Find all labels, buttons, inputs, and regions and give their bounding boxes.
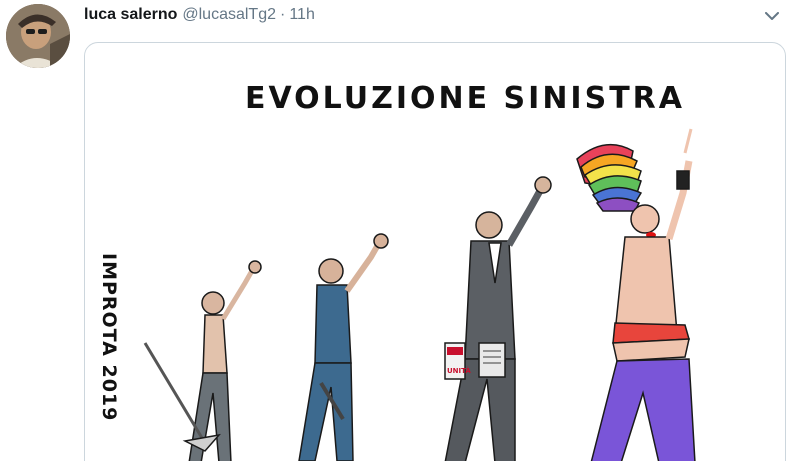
author-name[interactable]: luca salerno [84,6,177,24]
chevron-down-icon [765,11,779,20]
newspaper-label: UNITÀ [447,366,471,375]
tweet-media-image[interactable]: EVOLUZIONE SINISTRA IMPROTA 2019 UNITÀ [84,42,786,461]
figure-rainbow-hair [576,128,696,461]
tweet-menu-button[interactable] [762,8,782,24]
avatar-photo-icon [6,4,70,68]
author-avatar[interactable] [6,4,70,68]
figure-man-suit [444,176,552,461]
cartoon-signature: IMPROTA 2019 [98,253,120,421]
tweet-header: luca salerno @lucasalTg2 · 11h [84,4,315,26]
figure-worker-overalls [298,233,389,461]
author-handle[interactable]: @lucasalTg2 [182,6,276,24]
tweet-timestamp[interactable]: 11h [289,6,315,24]
cartoon-illustration: IMPROTA 2019 UNITÀ [98,128,696,461]
figure-worker-pickaxe [143,260,262,461]
tweet-card: luca salerno @lucasalTg2 · 11h EVOLUZION… [0,0,800,461]
separator-dot: · [280,6,286,23]
